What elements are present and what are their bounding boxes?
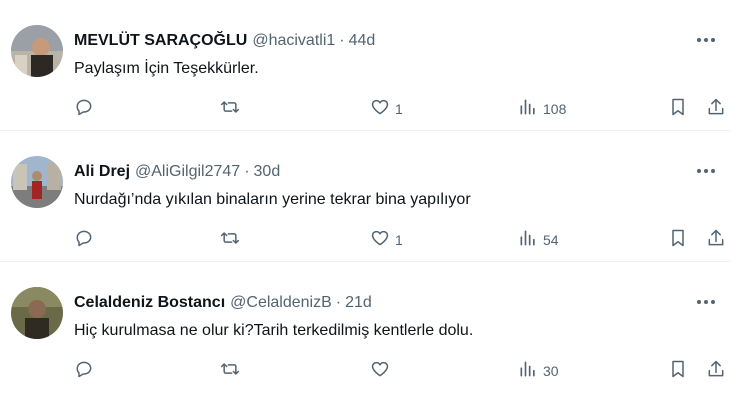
view-count: 108 [543,101,567,117]
reply-icon [74,228,94,253]
view-count: 30 [543,363,559,379]
bookmark-button[interactable] [668,360,688,382]
user-handle[interactable]: @hacivatli1 [252,32,335,50]
avatar[interactable] [11,287,63,339]
more-icon[interactable] [694,161,718,181]
user-handle[interactable]: @CelaldenizB [230,294,332,312]
separator-dot: · [339,32,345,49]
tweet-text: Paylaşım İçin Teşekkürler. [74,60,259,77]
bookmark-button[interactable] [668,98,688,120]
display-name[interactable]: MEVLÜT SARAÇOĞLU [74,32,247,50]
timestamp[interactable]: 21d [345,294,372,312]
avatar[interactable] [11,25,63,77]
retweet-button[interactable] [220,98,240,120]
like-button[interactable]: 1 [370,229,403,251]
bookmark-icon [668,228,688,253]
views-icon [518,228,538,253]
view-count: 54 [543,232,559,248]
reply-icon [74,97,94,122]
tweet-header: MEVLÜT SARAÇOĞLU @hacivatli1 · 44d [74,30,670,52]
heart-icon [370,97,390,122]
timestamp[interactable]: 30d [254,163,281,181]
tweet-header: Ali Drej @AliGilgil2747 · 30d [74,161,670,183]
reply-icon [74,359,94,384]
share-icon [706,97,726,122]
reply-button[interactable] [74,229,94,251]
views-button[interactable]: 30 [518,360,559,382]
bookmark-icon [668,97,688,122]
retweet-button[interactable] [220,229,240,251]
display-name[interactable]: Celaldeniz Bostancı [74,294,225,312]
views-button[interactable]: 54 [518,229,559,251]
tweet-actions: 1 54 [74,229,730,251]
heart-icon [370,228,390,253]
tweet[interactable]: Celaldeniz Bostancı @CelaldenizB · 21d H… [0,262,730,420]
like-button[interactable] [370,360,395,382]
share-button[interactable] [706,98,726,120]
tweet-actions: 30 [74,360,730,382]
share-icon [706,359,726,384]
tweet-header: Celaldeniz Bostancı @CelaldenizB · 21d [74,292,670,314]
separator-dot: · [244,163,250,180]
share-icon [706,228,726,253]
retweet-icon [220,97,240,122]
tweet[interactable]: Ali Drej @AliGilgil2747 · 30d Nurdağı’nd… [0,131,730,262]
views-icon [518,359,538,384]
bookmark-button[interactable] [668,229,688,251]
like-button[interactable]: 1 [370,98,403,120]
more-icon[interactable] [694,30,718,50]
reply-feed: MEVLÜT SARAÇOĞLU @hacivatli1 · 44d Payla… [0,0,730,420]
display-name[interactable]: Ali Drej [74,163,130,181]
retweet-button[interactable] [220,360,240,382]
reply-button[interactable] [74,360,94,382]
views-button[interactable]: 108 [518,98,566,120]
reply-button[interactable] [74,98,94,120]
views-icon [518,97,538,122]
share-button[interactable] [706,360,726,382]
avatar[interactable] [11,156,63,208]
more-icon[interactable] [694,292,718,312]
tweet-text: Nurdağı’nda yıkılan binaların yerine tek… [74,191,471,208]
share-button[interactable] [706,229,726,251]
tweet[interactable]: MEVLÜT SARAÇOĞLU @hacivatli1 · 44d Payla… [0,0,730,131]
tweet-text: Hiç kurulmasa ne olur ki?Tarih terkedilm… [74,322,474,339]
heart-icon [370,359,390,384]
like-count: 1 [395,232,403,248]
like-count: 1 [395,101,403,117]
bookmark-icon [668,359,688,384]
timestamp[interactable]: 44d [349,32,376,50]
separator-dot: · [335,294,342,311]
tweet-actions: 1 108 [74,98,730,120]
user-handle[interactable]: @AliGilgil2747 [135,163,240,181]
retweet-icon [220,359,240,384]
retweet-icon [220,228,240,253]
